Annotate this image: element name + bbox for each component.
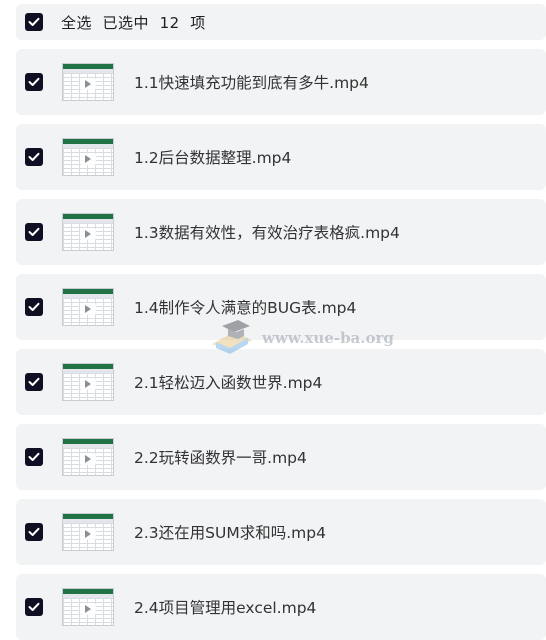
- video-thumbnail[interactable]: [62, 63, 114, 101]
- play-icon: [80, 77, 96, 90]
- file-name[interactable]: 1.4制作令人满意的BUG表.mp4: [134, 296, 356, 318]
- check-icon: [28, 77, 40, 86]
- play-icon: [80, 377, 96, 390]
- file-checkbox[interactable]: [25, 598, 43, 616]
- file-name[interactable]: 2.1轻松迈入函数世界.mp4: [134, 371, 322, 393]
- file-checkbox[interactable]: [25, 223, 43, 241]
- check-icon: [28, 452, 40, 461]
- file-name[interactable]: 1.1快速填充功能到底有多牛.mp4: [134, 71, 369, 93]
- selection-count-label: 全选 已选中 12 项: [61, 13, 206, 32]
- select-all-bar: 全选 已选中 12 项: [16, 4, 546, 40]
- file-name[interactable]: 1.2后台数据整理.mp4: [134, 146, 291, 168]
- file-row[interactable]: 1.4制作令人满意的BUG表.mp4: [16, 274, 546, 340]
- check-icon: [28, 302, 40, 311]
- file-name[interactable]: 2.4项目管理用excel.mp4: [134, 596, 316, 618]
- play-icon: [80, 527, 96, 540]
- check-icon: [28, 602, 40, 611]
- file-name[interactable]: 2.3还在用SUM求和吗.mp4: [134, 521, 326, 543]
- file-checkbox[interactable]: [25, 523, 43, 541]
- play-icon: [80, 452, 96, 465]
- video-thumbnail[interactable]: [62, 138, 114, 176]
- file-row[interactable]: 1.1快速填充功能到底有多牛.mp4: [16, 49, 546, 115]
- play-icon: [80, 302, 96, 315]
- file-name[interactable]: 2.2玩转函数界一哥.mp4: [134, 446, 307, 468]
- check-icon: [28, 152, 40, 161]
- video-thumbnail[interactable]: [62, 513, 114, 551]
- play-icon: [80, 602, 96, 615]
- video-thumbnail[interactable]: [62, 438, 114, 476]
- play-icon: [80, 227, 96, 240]
- play-icon: [80, 152, 96, 165]
- file-row[interactable]: 2.2玩转函数界一哥.mp4: [16, 424, 546, 490]
- video-thumbnail[interactable]: [62, 363, 114, 401]
- file-checkbox[interactable]: [25, 298, 43, 316]
- file-row[interactable]: 1.2后台数据整理.mp4: [16, 124, 546, 190]
- check-icon: [28, 527, 40, 536]
- check-icon: [28, 17, 40, 26]
- file-name[interactable]: 1.3数据有效性，有效治疗表格疯.mp4: [134, 221, 400, 243]
- video-thumbnail[interactable]: [62, 213, 114, 251]
- file-checkbox[interactable]: [25, 373, 43, 391]
- file-row[interactable]: 2.1轻松迈入函数世界.mp4: [16, 349, 546, 415]
- video-thumbnail[interactable]: [62, 288, 114, 326]
- check-icon: [28, 227, 40, 236]
- file-checkbox[interactable]: [25, 448, 43, 466]
- video-thumbnail[interactable]: [62, 588, 114, 626]
- check-icon: [28, 377, 40, 386]
- file-row[interactable]: 2.4项目管理用excel.mp4: [16, 574, 546, 640]
- file-checkbox[interactable]: [25, 73, 43, 91]
- file-row[interactable]: 2.3还在用SUM求和吗.mp4: [16, 499, 546, 565]
- file-row[interactable]: 1.3数据有效性，有效治疗表格疯.mp4: [16, 199, 546, 265]
- select-all-checkbox[interactable]: [25, 13, 43, 31]
- file-checkbox[interactable]: [25, 148, 43, 166]
